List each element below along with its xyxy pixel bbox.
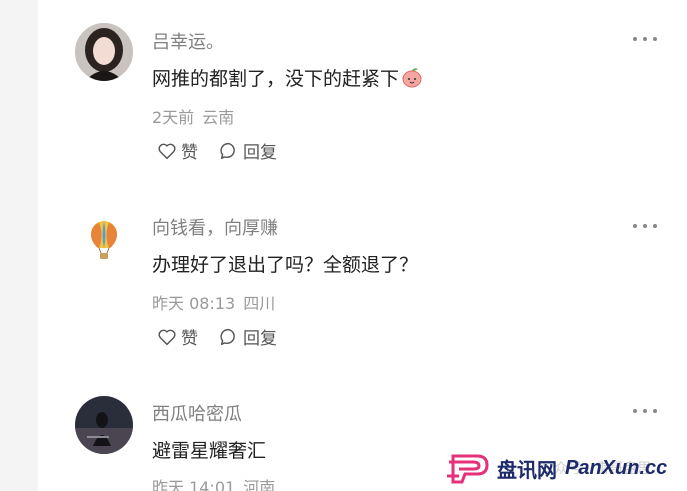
comment-meta: 2天前 云南 [152, 104, 234, 128]
peach-emoji-icon [401, 66, 423, 93]
timestamp: 2天前 [152, 108, 195, 127]
reply-button[interactable]: 回复 [218, 138, 277, 163]
reply-label: 回复 [243, 329, 277, 349]
username[interactable]: 吕幸运。 [152, 28, 224, 54]
heart-icon [158, 143, 176, 159]
avatar[interactable] [75, 396, 133, 454]
location: 河南 [243, 478, 276, 491]
location: 四川 [243, 294, 276, 313]
avatar[interactable] [75, 23, 133, 81]
reply-label: 回复 [243, 143, 277, 163]
watermark-cn: 盘讯网 [497, 459, 557, 482]
more-options-icon[interactable] [633, 219, 657, 233]
panxun-logo-icon [447, 454, 489, 484]
comment-text: 避雷星耀奢汇 [152, 440, 267, 462]
more-options-icon[interactable] [633, 32, 657, 46]
like-label: 赞 [181, 329, 198, 349]
like-button[interactable]: 赞 [156, 138, 198, 163]
username[interactable]: 向钱看，向厚赚 [152, 214, 278, 240]
comment-bubble-icon [220, 142, 235, 159]
timestamp: 昨天 08:13 [152, 294, 236, 313]
timestamp: 昨天 14:01 [152, 478, 236, 491]
like-button[interactable]: 赞 [156, 324, 198, 349]
comment-text-value: 网推的都割了，没下的赶紧下 [152, 68, 400, 90]
watermark: 盘讯网 PanXun.cc [447, 448, 667, 488]
username[interactable]: 西瓜哈密瓜 [152, 400, 242, 426]
watermark-en: PanXun.cc [565, 456, 668, 479]
reply-button[interactable]: 回复 [218, 324, 277, 349]
heart-icon [158, 329, 176, 345]
comment-list: 吕幸运。 网推的都割了，没下的赶紧下 2天前 云南 赞 回复 向钱看，向厚赚 办… [38, 0, 687, 491]
comment-meta: 昨天 08:13 四川 [152, 290, 275, 314]
comment-actions: 赞 回复 [156, 138, 297, 163]
comment-bubble-icon [220, 328, 235, 345]
comment-actions: 赞 回复 [156, 324, 297, 349]
location: 云南 [202, 108, 235, 127]
left-gutter [0, 0, 38, 491]
more-options-icon[interactable] [633, 404, 657, 418]
like-label: 赞 [181, 143, 198, 163]
avatar[interactable] [75, 211, 133, 269]
comment-meta: 昨天 14:01 河南 [152, 474, 275, 491]
comment-text: 办理好了退出了吗？全额退了？ [152, 254, 419, 276]
comment-text: 网推的都割了，没下的赶紧下 [152, 64, 423, 93]
